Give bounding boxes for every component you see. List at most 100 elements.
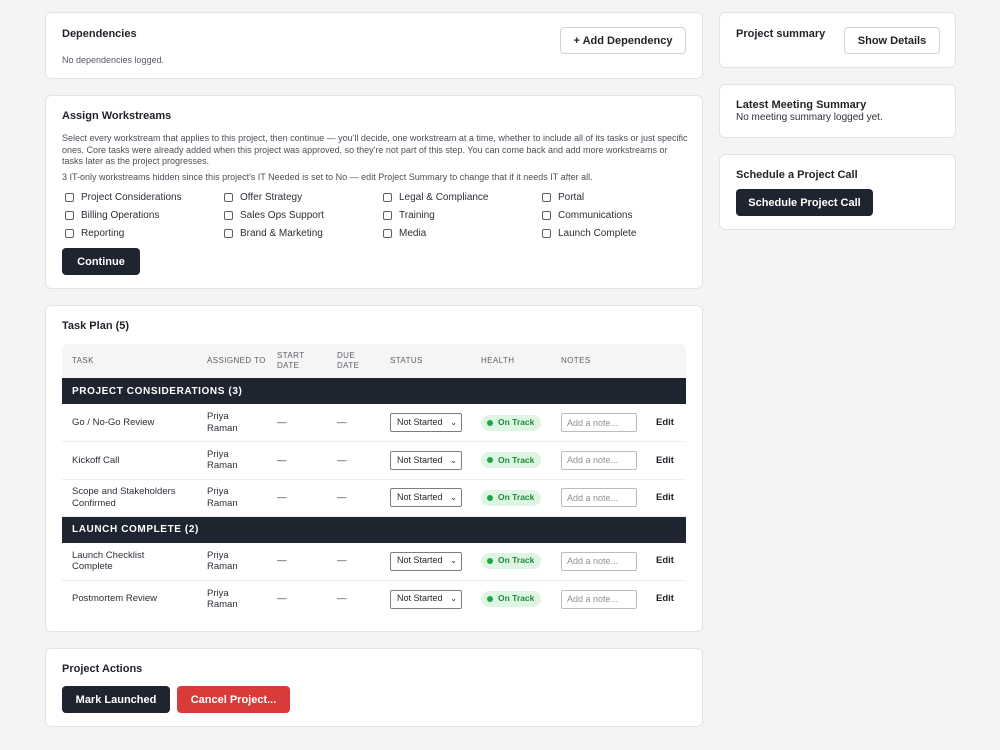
- status-select-value: Not Started: [397, 593, 443, 604]
- task-edit-cell: Edit: [646, 542, 686, 581]
- schedule-project-call-button[interactable]: Schedule Project Call: [736, 189, 873, 216]
- project-actions-card: Project Actions Mark Launched Cancel Pro…: [45, 648, 703, 727]
- task-health-cell: On Track: [471, 441, 551, 480]
- task-status-cell: Not Started ⌄: [380, 580, 471, 618]
- task-table-header: TASK ASSIGNED TO START DATE DUE DATE STA…: [62, 344, 686, 378]
- workstream-checkbox[interactable]: [542, 192, 551, 202]
- workstream-checkbox[interactable]: [542, 228, 551, 238]
- task-status-cell: Not Started ⌄: [380, 441, 471, 480]
- task-assignee: Priya Raman: [197, 542, 267, 581]
- task-group-name: LAUNCH COMPLETE (2): [62, 516, 686, 543]
- workstream-label: Offer Strategy: [240, 191, 303, 203]
- workstream-option-reporting[interactable]: Reporting: [62, 224, 221, 242]
- cancel-project-button[interactable]: Cancel Project...: [177, 686, 290, 713]
- workstream-label: Training: [399, 209, 435, 221]
- task-start-date: —: [267, 542, 327, 581]
- workstream-option-media[interactable]: Media: [380, 224, 539, 242]
- task-note-input[interactable]: [561, 488, 637, 508]
- workstream-option-portal[interactable]: Portal: [539, 188, 698, 206]
- edit-task-link[interactable]: Edit: [656, 492, 674, 503]
- task-due-date: —: [337, 593, 347, 605]
- status-select[interactable]: Not Started ⌄: [390, 589, 462, 609]
- mark-launched-button[interactable]: Mark Launched: [62, 686, 170, 713]
- workstream-option-brand-marketing[interactable]: Brand & Marketing: [221, 224, 380, 242]
- workstream-label: Project Considerations: [81, 191, 182, 203]
- edit-task-link[interactable]: Edit: [656, 417, 674, 428]
- status-select[interactable]: Not Started ⌄: [390, 488, 462, 508]
- workstream-option-sales-ops-support[interactable]: Sales Ops Support: [221, 206, 380, 224]
- task-assignee: Priya Raman: [197, 404, 267, 442]
- column-header-status: STATUS: [380, 344, 471, 378]
- workstream-checkbox[interactable]: [65, 228, 74, 238]
- status-dot-icon: [487, 419, 493, 426]
- workstream-checkbox[interactable]: [542, 210, 551, 220]
- health-label: On Track: [498, 555, 535, 566]
- health-label: On Track: [498, 454, 535, 465]
- status-select-value: Not Started: [397, 454, 443, 465]
- workstream-label: Reporting: [81, 227, 125, 239]
- workstream-option-communications[interactable]: Communications: [539, 206, 698, 224]
- task-name: Go / No-Go Review: [62, 404, 197, 442]
- workstream-checkbox[interactable]: [65, 192, 74, 202]
- task-group-row: LAUNCH COMPLETE (2): [62, 516, 686, 543]
- health-badge: On Track: [481, 414, 542, 431]
- edit-task-link[interactable]: Edit: [656, 555, 674, 566]
- task-table: TASK ASSIGNED TO START DATE DUE DATE STA…: [62, 344, 686, 618]
- show-details-button[interactable]: Show Details: [844, 27, 940, 54]
- workstream-checkbox[interactable]: [383, 228, 392, 238]
- chevron-down-icon: ⌄: [450, 556, 457, 566]
- project-actions-title: Project Actions: [62, 663, 143, 675]
- workstream-checkbox[interactable]: [224, 210, 233, 220]
- workstream-option-billing-operations[interactable]: Billing Operations: [62, 206, 221, 224]
- task-note-input[interactable]: [561, 551, 637, 571]
- health-badge: On Track: [481, 452, 542, 469]
- task-start-date: —: [277, 593, 287, 605]
- workstream-checkbox[interactable]: [224, 192, 233, 202]
- task-plan-card: Task Plan (5) TASK ASSIGNED TO START DAT…: [45, 305, 703, 632]
- health-badge: On Track: [481, 489, 542, 506]
- task-row: Postmortem Review Priya Raman — — Not Starte…: [62, 580, 686, 618]
- continue-button[interactable]: Continue: [62, 248, 140, 275]
- workstream-label: Media: [399, 227, 427, 239]
- edit-task-link[interactable]: Edit: [656, 455, 674, 466]
- workstream-label: Portal: [558, 191, 585, 203]
- workstream-option-project-considerations[interactable]: Project Considerations: [62, 188, 221, 206]
- workstream-option-offer-strategy[interactable]: Offer Strategy: [221, 188, 380, 206]
- workstream-option-legal-compliance[interactable]: Legal & Compliance: [380, 188, 539, 206]
- dependencies-title: Dependencies: [62, 28, 137, 40]
- health-label: On Track: [498, 492, 535, 502]
- task-status-cell: Not Started ⌄: [380, 404, 471, 442]
- column-header-task: TASK: [62, 344, 197, 378]
- task-note-input[interactable]: [561, 450, 637, 470]
- assign-workstreams-title: Assign Workstreams: [62, 110, 172, 122]
- status-select[interactable]: Not Started ⌄: [390, 551, 462, 571]
- status-dot-icon: [487, 457, 493, 464]
- workstream-checkbox[interactable]: [65, 210, 74, 220]
- workstream-option-training[interactable]: Training: [380, 206, 539, 224]
- task-edit-cell: Edit: [646, 441, 686, 480]
- status-select[interactable]: Not Started ⌄: [390, 413, 462, 432]
- task-note-input[interactable]: [561, 589, 637, 609]
- task-name: Postmortem Review: [72, 593, 157, 605]
- task-due-date: —: [327, 542, 380, 581]
- task-assignee: Priya Raman: [197, 479, 267, 517]
- edit-task-link[interactable]: Edit: [656, 593, 674, 604]
- task-health-cell: On Track: [471, 404, 551, 442]
- workstream-label: Legal & Compliance: [399, 191, 489, 203]
- workstream-checkbox[interactable]: [224, 228, 233, 238]
- task-note-input[interactable]: [561, 413, 637, 432]
- workstream-checkbox[interactable]: [383, 192, 392, 202]
- dependencies-empty-text: No dependencies logged.: [62, 55, 165, 65]
- hidden-workstreams-note: 3 IT-only workstreams hidden since this …: [62, 172, 593, 182]
- column-header-due-date: DUE DATE: [327, 344, 380, 378]
- task-assignee: Priya Raman: [207, 587, 238, 611]
- workstream-option-launch-complete[interactable]: Launch Complete: [539, 224, 698, 242]
- task-row: Kickoff Call Priya Raman — — Not Started ⌄ On …: [62, 441, 686, 480]
- status-select[interactable]: Not Started ⌄: [390, 450, 462, 470]
- workstream-checkbox[interactable]: [383, 210, 392, 220]
- task-start-date: —: [267, 479, 327, 517]
- task-start-date: —: [267, 441, 327, 480]
- task-health-cell: On Track: [471, 580, 551, 618]
- add-dependency-button[interactable]: + Add Dependency: [560, 27, 686, 54]
- assign-workstreams-description: Select every workstream that applies to …: [62, 133, 688, 166]
